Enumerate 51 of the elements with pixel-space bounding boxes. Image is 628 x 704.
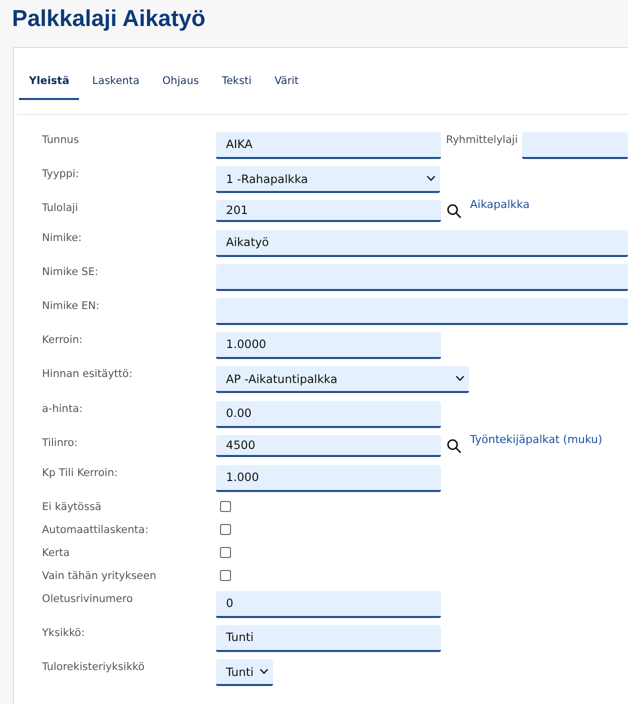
tab[interactable]: Laskenta (82, 62, 150, 100)
text-field[interactable] (216, 298, 628, 325)
chevron-down-icon (456, 376, 464, 381)
tab[interactable]: Teksti (212, 62, 262, 100)
link[interactable]: Aikapalkka (470, 198, 530, 212)
field-label: Ei käytössä (42, 500, 102, 514)
checkbox[interactable] (220, 501, 231, 512)
text-field[interactable]: 4500 (216, 435, 441, 457)
field-label: Automaattilaskenta: (42, 523, 150, 537)
text-field[interactable] (522, 132, 628, 159)
field-label: Tunnus (42, 133, 80, 147)
field-label: Kerroin: (42, 333, 84, 347)
text-field[interactable]: Tunti (216, 625, 441, 652)
chevron-down-icon (426, 176, 435, 181)
field-label: Nimike: (42, 231, 83, 245)
checkbox[interactable] (220, 524, 231, 535)
field-label: Tyyppi: (42, 167, 80, 181)
field-label: Hinnan esitäyttö: (42, 367, 134, 381)
dropdown[interactable]: 1 -Rahapalkka (216, 166, 440, 193)
text-field[interactable]: 1.000 (216, 465, 441, 492)
tab[interactable]: Värit (264, 62, 309, 100)
text-field[interactable]: 0.00 (216, 401, 441, 428)
checkbox[interactable] (220, 570, 231, 581)
checkbox[interactable] (220, 547, 231, 558)
tab[interactable]: Yleistä (19, 62, 80, 100)
field-label: Ryhmittelylaji (446, 133, 518, 147)
field-label: Nimike EN: (42, 299, 100, 313)
search-icon[interactable] (447, 204, 461, 218)
field-label: Vain tähän yritykseen (42, 569, 158, 583)
field-label: Tulolaji (42, 201, 80, 215)
chevron-down-icon (260, 669, 268, 674)
dropdown[interactable]: Tunti (216, 659, 273, 686)
text-field[interactable] (216, 264, 628, 291)
field-label: Oletusrivinumero (42, 592, 134, 606)
text-field[interactable]: 1.0000 (216, 332, 441, 359)
page-title: Palkkalaji Aikatyö (11, 4, 206, 32)
dropdown[interactable]: AP -Aikatuntipalkka (216, 366, 470, 393)
field-label: Kp Tili Kerroin: (42, 466, 119, 480)
tab[interactable]: Ohjaus (152, 62, 209, 100)
text-field[interactable]: 0 (216, 591, 441, 618)
field-label: Tilinro: (42, 436, 79, 450)
text-field[interactable]: 201 (216, 200, 441, 222)
search-icon[interactable] (447, 439, 461, 453)
field-label: a-hinta: (42, 402, 84, 416)
field-label: Yksikkö: (42, 626, 86, 640)
field-label: Tulorekisteriyksikkö (42, 660, 146, 674)
field-label: Nimike SE: (42, 265, 100, 279)
text-field[interactable]: Aikatyö (216, 230, 628, 257)
text-field[interactable]: AIKA (216, 132, 441, 159)
field-label: Kerta (42, 546, 71, 560)
link[interactable]: Työntekijäpalkat (muku) (470, 433, 602, 447)
